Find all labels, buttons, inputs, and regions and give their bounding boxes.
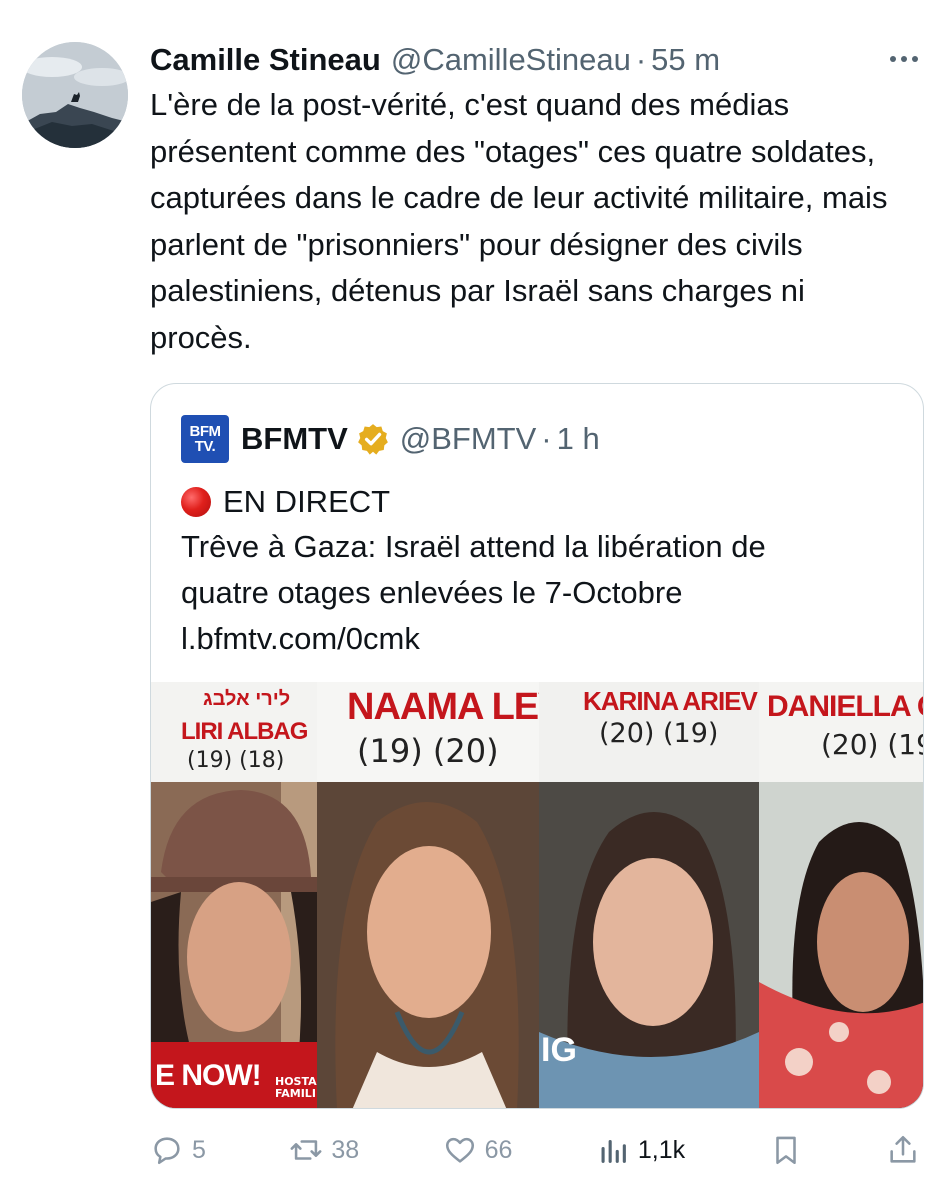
poster-age: (20) (19) [599,718,719,749]
bookmark-button[interactable] [769,1133,803,1167]
logo-text-bottom: TV. [194,438,216,455]
quoted-display-name[interactable]: BFMTV [241,421,348,457]
tweet-action-bar: 5 38 66 1,1k [150,1125,920,1175]
retweet-button[interactable]: 38 [289,1133,359,1167]
poster-name: KARINA ARIEV [583,686,758,716]
poster-side-letters: IG [541,1031,577,1069]
reply-icon [154,1137,180,1165]
more-dots-icon[interactable] [884,44,924,74]
reply-button[interactable]: 5 [150,1133,206,1167]
poster-age: (19) (18) [187,748,285,773]
separator-dot: · [635,42,647,77]
poster-name: LIRI ALBAG [181,718,308,745]
heart-icon [445,1137,474,1163]
bfmtv-logo[interactable]: BFM TV. [181,415,229,463]
quoted-tweet-header: BFM TV. BFMTV @BFMTV · 1 h [181,414,600,464]
share-icon [890,1135,916,1163]
quoted-handle[interactable]: @BFMTV [400,421,537,457]
like-count: 66 [484,1135,513,1164]
quoted-text-line: quatre otages enlevées le 7-Octobre [181,575,683,610]
tweet-header: Camille Stineau @CamilleStineau · 55 m [150,38,720,82]
logo-text-top: BFM [189,423,222,440]
hostage-poster-panel: לירי אלבג LIRI ALBAG (19) (18) E NOW! HO… [151,682,317,1108]
tweet[interactable]: Camille Stineau @CamilleStineau · 55 m L… [0,0,946,1200]
quoted-link[interactable]: l.bfmtv.com/0cmk [181,616,901,662]
poster-hebrew-name: לירי אלבג [203,688,291,710]
share-button[interactable] [886,1133,920,1167]
hostage-photo [759,782,923,1108]
avatar[interactable] [22,42,128,148]
views-chart-icon [601,1139,626,1163]
quoted-tweet[interactable]: BFM TV. BFMTV @BFMTV · 1 h EN DIRECT Trê… [150,383,924,1109]
live-label: EN DIRECT [223,484,391,519]
hostage-poster-panel: DANIELLA GIL (20) (19 [759,682,924,1108]
tweet-text: L'ère de la post-vérité, c'est quand des… [150,87,888,355]
poster-age: (20) (19 [821,728,924,761]
hostage-photo [317,782,539,1108]
poster-footer: HOSTAGES FAMILI [275,1075,317,1100]
quoted-tweet-text: Trêve à Gaza: Israël attend la libératio… [181,524,901,662]
display-name[interactable]: Camille Stineau [150,38,381,82]
hostage-poster-panel: KARINA ARIEV (20) (19) IG [539,682,759,1108]
bookmark-icon [775,1136,796,1165]
quoted-timestamp[interactable]: 1 h [557,421,600,457]
gold-verified-badge-icon[interactable] [356,422,390,456]
views-count: 1,1k [637,1135,686,1164]
like-button[interactable]: 66 [443,1133,513,1167]
separator-dot: · [541,421,552,456]
poster-age: (19) (20) [357,732,499,770]
timestamp[interactable]: 55 m [651,38,720,82]
user-handle[interactable]: @CamilleStineau [391,38,631,82]
views-button[interactable]: 1,1k [596,1133,685,1167]
hostage-poster-panel: NAAMA LEVY (19) (20) [317,682,539,1108]
quoted-text-line: Trêve à Gaza: Israël attend la libératio… [181,529,766,564]
reply-count: 5 [192,1135,206,1164]
retweet-icon [290,1140,322,1160]
poster-name: NAAMA LEVY [347,686,539,728]
poster-name: DANIELLA GIL [767,690,923,723]
landscape-bird-avatar-icon [22,42,128,148]
quoted-media-image[interactable]: לירי אלבג LIRI ALBAG (19) (18) E NOW! HO… [151,682,924,1108]
retweet-count: 38 [331,1135,360,1164]
live-line: EN DIRECT [181,480,390,524]
red-circle-icon [181,487,211,517]
